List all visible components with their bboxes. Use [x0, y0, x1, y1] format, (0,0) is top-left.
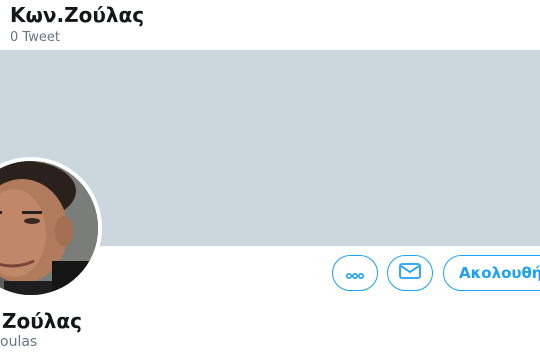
- envelope-icon: [399, 263, 421, 283]
- header-title: Κων.Ζούλας: [10, 3, 145, 27]
- profile-name: Ζούλας: [2, 309, 82, 333]
- tweet-count: 0 Tweet: [10, 30, 60, 45]
- more-button[interactable]: [332, 255, 378, 291]
- more-dots-icon: [345, 264, 365, 283]
- follow-button[interactable]: Ακολουθή: [443, 255, 540, 291]
- follow-button-label: Ακολουθή: [459, 264, 540, 282]
- profile-page: Κων.Ζούλας 0 Tweet Ακολουθή Ζούλας oulas: [0, 0, 540, 360]
- message-button[interactable]: [387, 255, 433, 291]
- avatar-photo: [0, 161, 98, 295]
- profile-handle: oulas: [0, 334, 38, 350]
